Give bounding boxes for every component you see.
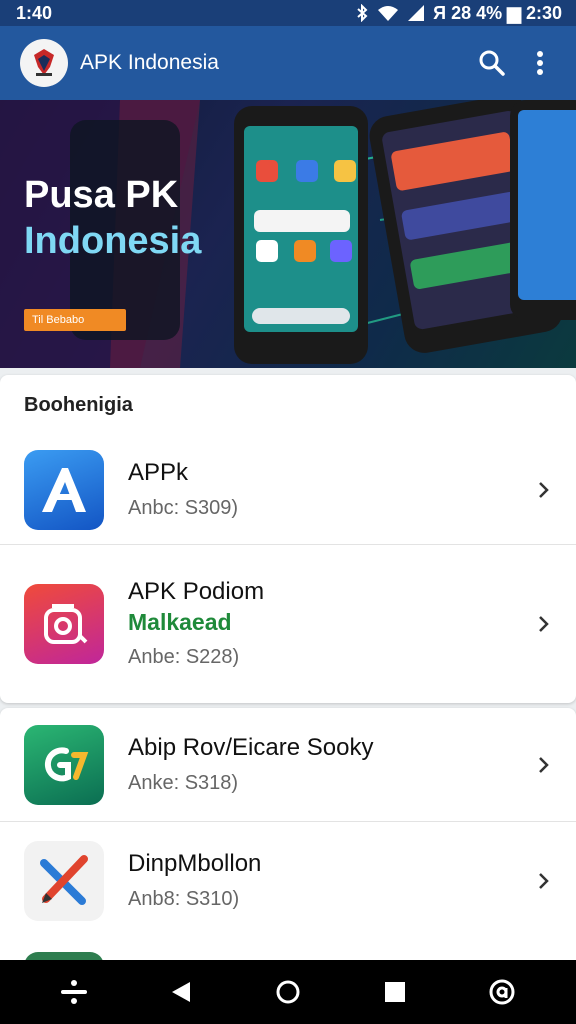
search-icon: [479, 50, 505, 76]
search-button[interactable]: [472, 43, 512, 83]
app-logo: [20, 39, 68, 87]
browser-button[interactable]: [478, 968, 526, 1016]
signal-icon: [408, 5, 425, 21]
status-right-text: Я 28 4% ▆ 2:30: [433, 2, 562, 23]
app-meta: Anke: S318): [128, 771, 239, 794]
app-title: APK Indonesia: [80, 51, 219, 74]
list-item-text: DinpMbollon Anb8: S310): [128, 849, 534, 913]
promo-banner[interactable]: Pusa PK Indonesia Til Bebabo: [0, 100, 576, 368]
app-icon-tile: [24, 841, 104, 921]
app-list-card-2: Abip Rov/Eicare Sooky Anke: S318) DinpMb…: [0, 708, 576, 968]
more-vert-icon: [537, 51, 543, 75]
app-title: APPk: [128, 458, 189, 486]
list-item-app-2[interactable]: Abip Rov/Eicare Sooky Anke: S318): [0, 708, 576, 822]
assistant-button[interactable]: [50, 968, 98, 1016]
list-item-text: APK Podiom Malkaead Anbe: S228): [128, 577, 534, 671]
list-item-app-3[interactable]: DinpMbollon Anb8: S310): [0, 822, 576, 940]
chevron-right-icon: [534, 871, 554, 891]
status-time: 1:40: [16, 2, 53, 23]
list-item-app-1[interactable]: APK Podiom Malkaead Anbe: S228): [0, 545, 576, 703]
app-title: DinpMbollon: [128, 850, 262, 877]
section-title: Boohenigia: [24, 393, 133, 416]
app-bar: APK Indonesia: [0, 26, 576, 100]
overflow-menu-button[interactable]: [520, 43, 560, 83]
recents-button[interactable]: [371, 968, 419, 1016]
app-list-card: Boohenigia APPk Anbc: S309) APK Podiom M…: [0, 375, 576, 703]
back-triangle-icon: [171, 982, 190, 1002]
recents-square-icon: [385, 982, 406, 1002]
home-button[interactable]: [264, 968, 312, 1016]
system-nav-bar: [0, 960, 576, 1024]
logo-emblem-icon: [34, 49, 54, 76]
app-title: Abip Rov/Eicare Sooky: [128, 733, 374, 761]
banner-headline-line2: Indonesia: [24, 220, 202, 262]
g-logo-icon: [44, 746, 89, 781]
app-meta: Anbe: S228): [128, 646, 240, 668]
at-sign-icon: [489, 979, 515, 1005]
letter-a-icon: [42, 467, 86, 512]
app-title: APK Podiom: [128, 578, 265, 605]
camera-pot-icon: [44, 604, 88, 644]
app-icon-tile: [24, 724, 104, 805]
chevron-right-icon: [534, 755, 554, 775]
chevron-right-icon: [534, 480, 554, 500]
back-button[interactable]: [157, 968, 205, 1016]
app-subtitle: Malkaead: [128, 609, 232, 635]
list-item-text: Abip Rov/Eicare Sooky Anke: S318): [128, 733, 534, 797]
bluetooth-icon: [357, 4, 368, 22]
assistant-icon: [60, 980, 87, 1004]
app-meta: Anb8: S310): [128, 888, 240, 910]
list-item-app-0[interactable]: APPk Anbc: S309): [0, 435, 576, 545]
app-icon-tile: [24, 449, 104, 530]
banner-headline-line1: Pusa PK: [24, 174, 179, 216]
chevron-right-icon: [534, 614, 554, 634]
list-item-text: APPk Anbc: S309): [128, 458, 534, 522]
banner-badge[interactable]: Til Bebabo: [24, 309, 126, 331]
status-bar: 1:40 Я 28 4% ▆ 2:30: [0, 0, 576, 26]
home-circle-icon: [276, 980, 300, 1004]
app-meta: Anbc: S309): [128, 496, 239, 519]
status-icons: Я 28 4% ▆ 2:30: [355, 3, 562, 24]
wifi-icon: [378, 6, 399, 21]
app-icon-tile: [24, 584, 104, 664]
pen-tools-icon: [40, 855, 88, 905]
banner-headline: Pusa PK Indonesia: [24, 172, 201, 264]
